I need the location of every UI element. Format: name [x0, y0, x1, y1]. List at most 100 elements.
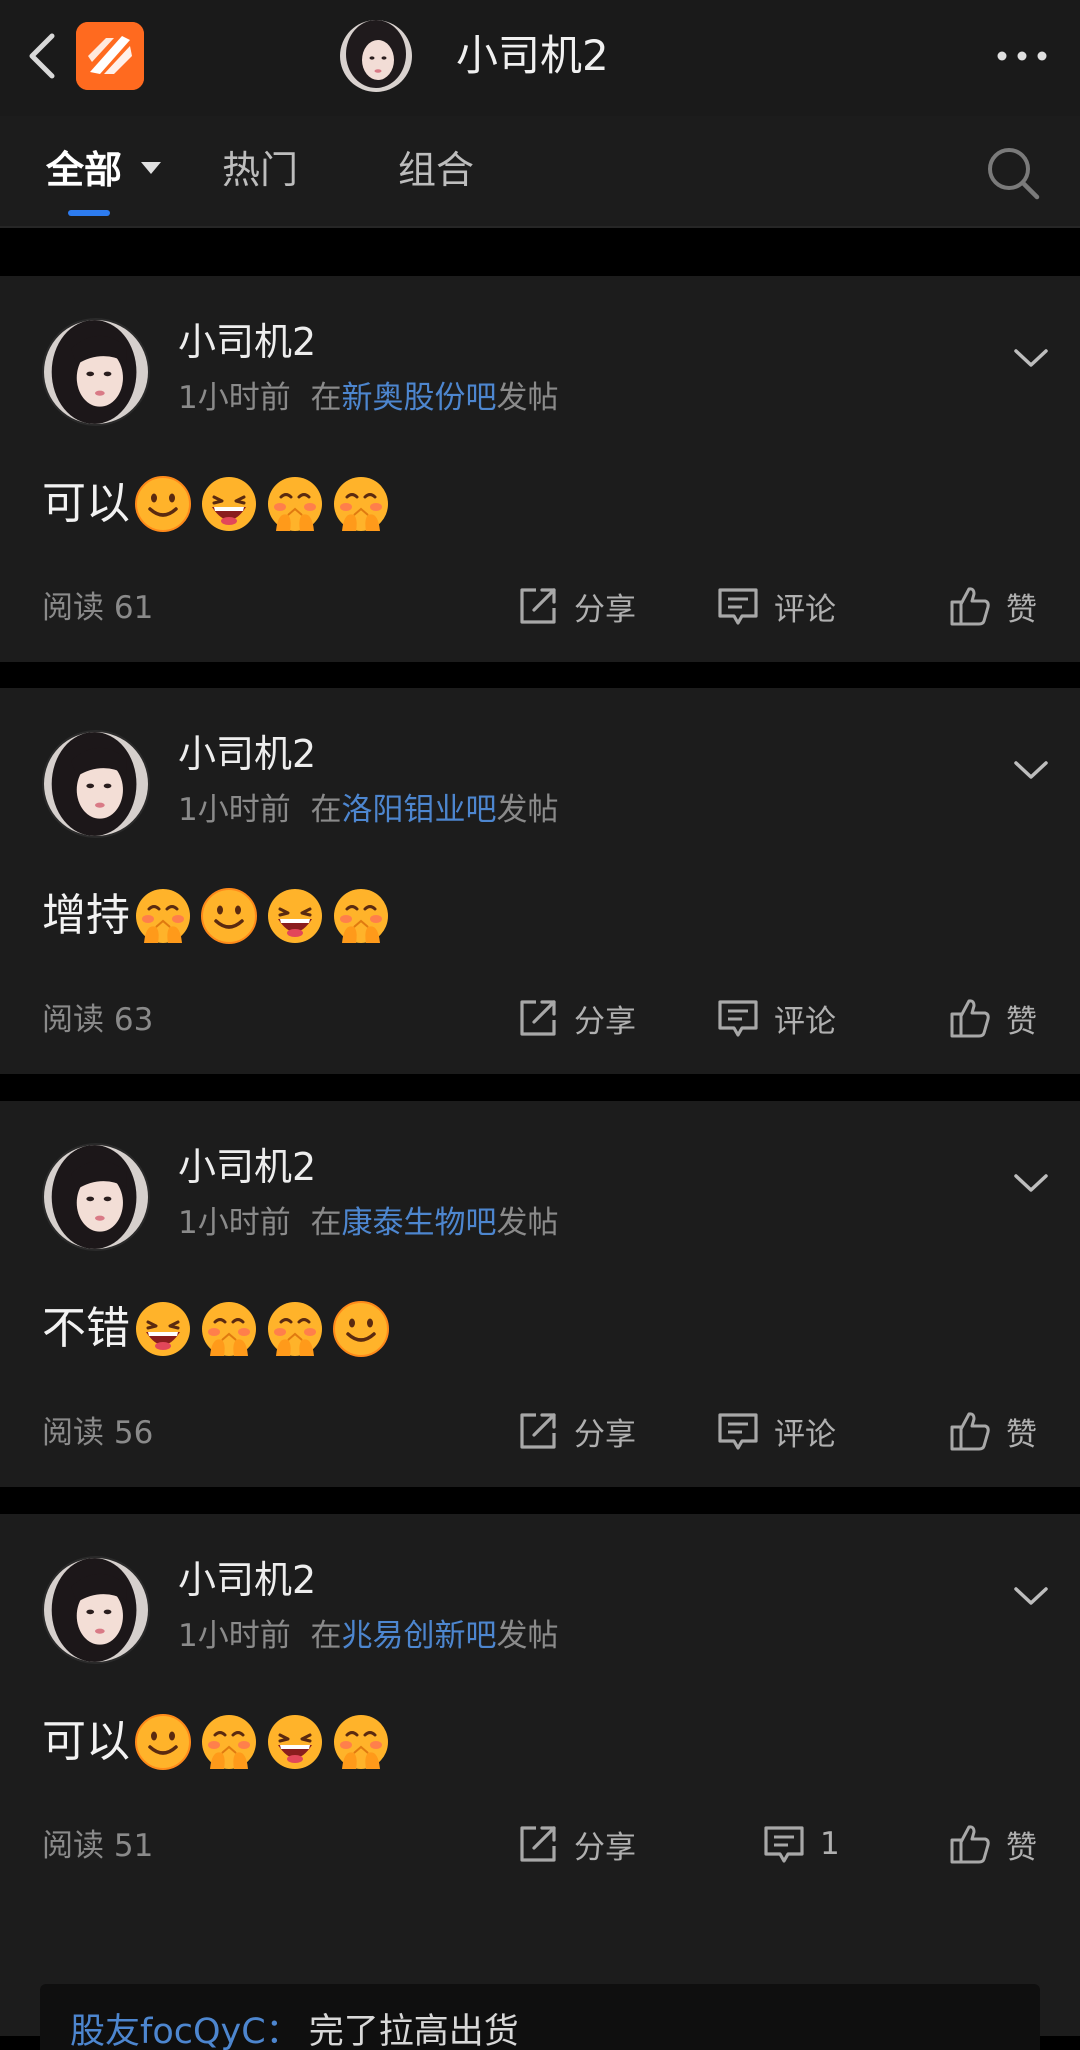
blush-hands-emoji-icon	[332, 475, 390, 533]
thumbs-up-icon	[948, 1409, 992, 1453]
tab-all[interactable]: 全部	[46, 144, 122, 196]
share-label: 分享	[574, 591, 636, 628]
blush-hands-emoji-icon	[266, 1300, 324, 1358]
blush-hands-emoji-icon	[134, 887, 192, 945]
like-button[interactable]: 赞	[948, 988, 1037, 1048]
comment-icon	[716, 584, 760, 628]
smile-emoji-icon	[200, 887, 258, 945]
author-avatar[interactable]	[42, 1143, 150, 1251]
thumbs-up-icon	[948, 1822, 992, 1866]
post-meta: 1小时前 在康泰生物吧发帖	[178, 1201, 558, 1245]
thumbs-up-icon	[948, 584, 992, 628]
post-content[interactable]: 可以	[42, 472, 390, 536]
laugh-emoji-icon	[134, 1300, 192, 1358]
app-logo-icon[interactable]	[76, 22, 144, 90]
like-label: 赞	[1006, 1003, 1037, 1040]
smile-emoji-icon	[134, 475, 192, 533]
author-avatar[interactable]	[42, 318, 150, 426]
author-name[interactable]: 小司机2	[178, 1141, 316, 1193]
smile-emoji-icon	[332, 1300, 390, 1358]
chevron-down-icon[interactable]	[1012, 1171, 1050, 1195]
share-icon	[516, 584, 560, 628]
meta-suffix: 发帖	[496, 1618, 559, 1654]
like-label: 赞	[1006, 1829, 1037, 1866]
post-meta: 1小时前 在兆易创新吧发帖	[178, 1614, 558, 1658]
back-arrow-icon[interactable]	[22, 30, 62, 82]
chevron-down-icon[interactable]	[1012, 346, 1050, 370]
share-label: 分享	[574, 1829, 636, 1866]
blush-hands-emoji-icon	[200, 1300, 258, 1358]
smile-emoji-icon	[134, 1713, 192, 1771]
read-count: 阅读 56	[42, 1415, 154, 1451]
share-icon	[516, 996, 560, 1040]
search-icon[interactable]	[984, 144, 1042, 202]
meta-prefix: 在	[310, 1618, 342, 1654]
page-title: 小司机2	[456, 31, 609, 80]
share-button[interactable]: 分享	[516, 576, 636, 636]
board-link[interactable]: 洛阳钼业吧	[341, 792, 496, 828]
laugh-emoji-icon	[200, 475, 258, 533]
post-time: 1小时前	[178, 792, 291, 828]
post-text: 可以	[42, 478, 130, 529]
read-count: 阅读 63	[42, 1002, 154, 1038]
share-label: 分享	[574, 1416, 636, 1453]
more-options-icon[interactable]	[994, 44, 1050, 68]
share-icon	[516, 1409, 560, 1453]
post-card[interactable]: 小司机2 1小时前 在新奥股份吧发帖 可以 阅读 61 分享 评论 赞	[0, 276, 1080, 662]
reply-username[interactable]: 股友focQyC：	[70, 2012, 301, 2050]
board-link[interactable]: 新奥股份吧	[341, 380, 496, 416]
comment-button[interactable]: 评论	[716, 576, 836, 636]
author-avatar[interactable]	[42, 1556, 150, 1664]
post-meta: 1小时前 在洛阳钼业吧发帖	[178, 788, 558, 832]
like-button[interactable]: 赞	[948, 1401, 1037, 1461]
chevron-down-icon[interactable]	[1012, 1584, 1050, 1608]
post-card[interactable]: 小司机2 1小时前 在洛阳钼业吧发帖 增持 阅读 63 分享 评论 赞	[0, 688, 1080, 1074]
read-count: 阅读 51	[42, 1828, 154, 1864]
like-button[interactable]: 赞	[948, 1814, 1037, 1874]
like-button[interactable]: 赞	[948, 576, 1037, 636]
tab-hot[interactable]: 热门	[222, 144, 298, 196]
meta-prefix: 在	[310, 380, 342, 416]
laugh-emoji-icon	[266, 1713, 324, 1771]
blush-hands-emoji-icon	[266, 475, 324, 533]
post-content[interactable]: 可以	[42, 1710, 390, 1774]
author-avatar[interactable]	[42, 730, 150, 838]
author-name[interactable]: 小司机2	[178, 316, 316, 368]
top-bar: 小司机2	[0, 0, 1080, 116]
read-count: 阅读 61	[42, 590, 154, 626]
active-tab-indicator	[68, 210, 110, 216]
share-button[interactable]: 分享	[516, 988, 636, 1048]
reply-text: 完了拉高出货	[308, 2012, 519, 2050]
tab-bar: 全部 热门 组合	[0, 116, 1080, 228]
post-content[interactable]: 不错	[42, 1297, 390, 1361]
blush-hands-emoji-icon	[332, 1713, 390, 1771]
like-label: 赞	[1006, 1416, 1037, 1453]
post-text: 不错	[42, 1303, 130, 1354]
board-link[interactable]: 康泰生物吧	[341, 1205, 496, 1241]
comment-icon	[762, 1822, 806, 1866]
author-name[interactable]: 小司机2	[178, 1554, 316, 1606]
board-link[interactable]: 兆易创新吧	[341, 1618, 496, 1654]
post-card[interactable]: 小司机2 1小时前 在康泰生物吧发帖 不错 阅读 56 分享 评论 赞	[0, 1101, 1080, 1487]
author-name[interactable]: 小司机2	[178, 728, 316, 780]
comment-button[interactable]: 评论	[716, 1401, 836, 1461]
share-button[interactable]: 分享	[516, 1401, 636, 1461]
chevron-down-icon[interactable]	[1012, 758, 1050, 782]
share-icon	[516, 1822, 560, 1866]
blush-hands-emoji-icon	[332, 887, 390, 945]
tab-combo[interactable]: 组合	[398, 144, 474, 196]
header-avatar[interactable]	[340, 20, 412, 92]
blush-hands-emoji-icon	[200, 1713, 258, 1771]
comment-preview[interactable]: 股友focQyC： 完了拉高出货	[40, 1984, 1040, 2050]
comment-button[interactable]: 评论	[716, 988, 836, 1048]
post-meta: 1小时前 在新奥股份吧发帖	[178, 376, 558, 420]
comment-label: 评论	[774, 1003, 836, 1040]
post-text: 增持	[42, 890, 130, 941]
post-card[interactable]: 小司机2 1小时前 在兆易创新吧发帖 可以 阅读 51 分享 1 赞 股友foc…	[0, 1514, 1080, 2050]
comment-button[interactable]: 1	[762, 1814, 840, 1874]
like-label: 赞	[1006, 591, 1037, 628]
post-content[interactable]: 增持	[42, 884, 390, 948]
share-button[interactable]: 分享	[516, 1814, 636, 1874]
comment-count: 1	[820, 1826, 840, 1862]
dropdown-caret-icon[interactable]	[140, 160, 162, 176]
